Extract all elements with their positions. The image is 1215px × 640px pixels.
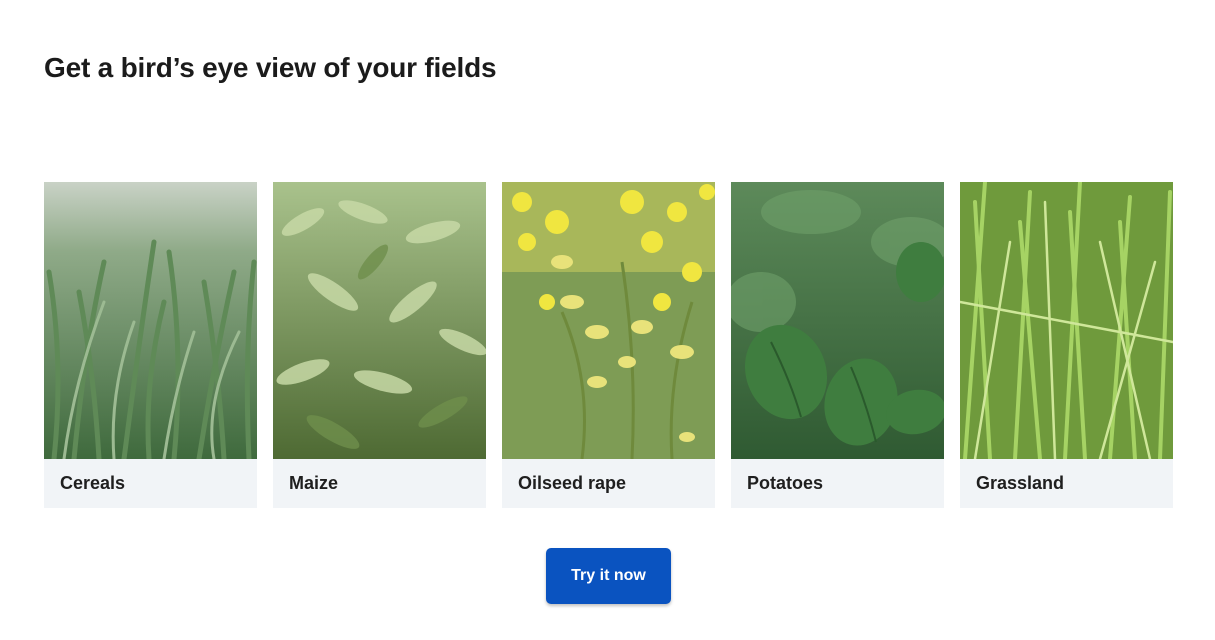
section-heading: Get a bird’s eye view of your fields xyxy=(44,52,497,83)
crop-card-label: Maize xyxy=(289,473,339,493)
cereals-photo xyxy=(44,182,257,459)
crop-card-grassland[interactable]: Grassland xyxy=(960,182,1173,508)
crop-card-label: Grassland xyxy=(976,473,1065,493)
crop-card-maize[interactable]: Maize xyxy=(273,182,486,508)
crop-cards: Cereals Maize Oilseed rape Potatoes Gras… xyxy=(44,182,1173,508)
crop-card-label: Potatoes xyxy=(747,473,824,493)
crop-card-cereals[interactable]: Cereals xyxy=(44,182,257,508)
potatoes-photo xyxy=(731,182,944,459)
maize-photo xyxy=(273,182,486,459)
crop-card-label: Cereals xyxy=(60,473,126,493)
grassland-photo xyxy=(960,182,1173,459)
oilseed-rape-photo xyxy=(502,182,715,459)
try-it-now-button[interactable]: Try it now xyxy=(546,548,671,604)
crop-card-oilseed-rape[interactable]: Oilseed rape xyxy=(502,182,715,508)
crop-card-label: Oilseed rape xyxy=(518,473,627,493)
crop-card-potatoes[interactable]: Potatoes xyxy=(731,182,944,508)
